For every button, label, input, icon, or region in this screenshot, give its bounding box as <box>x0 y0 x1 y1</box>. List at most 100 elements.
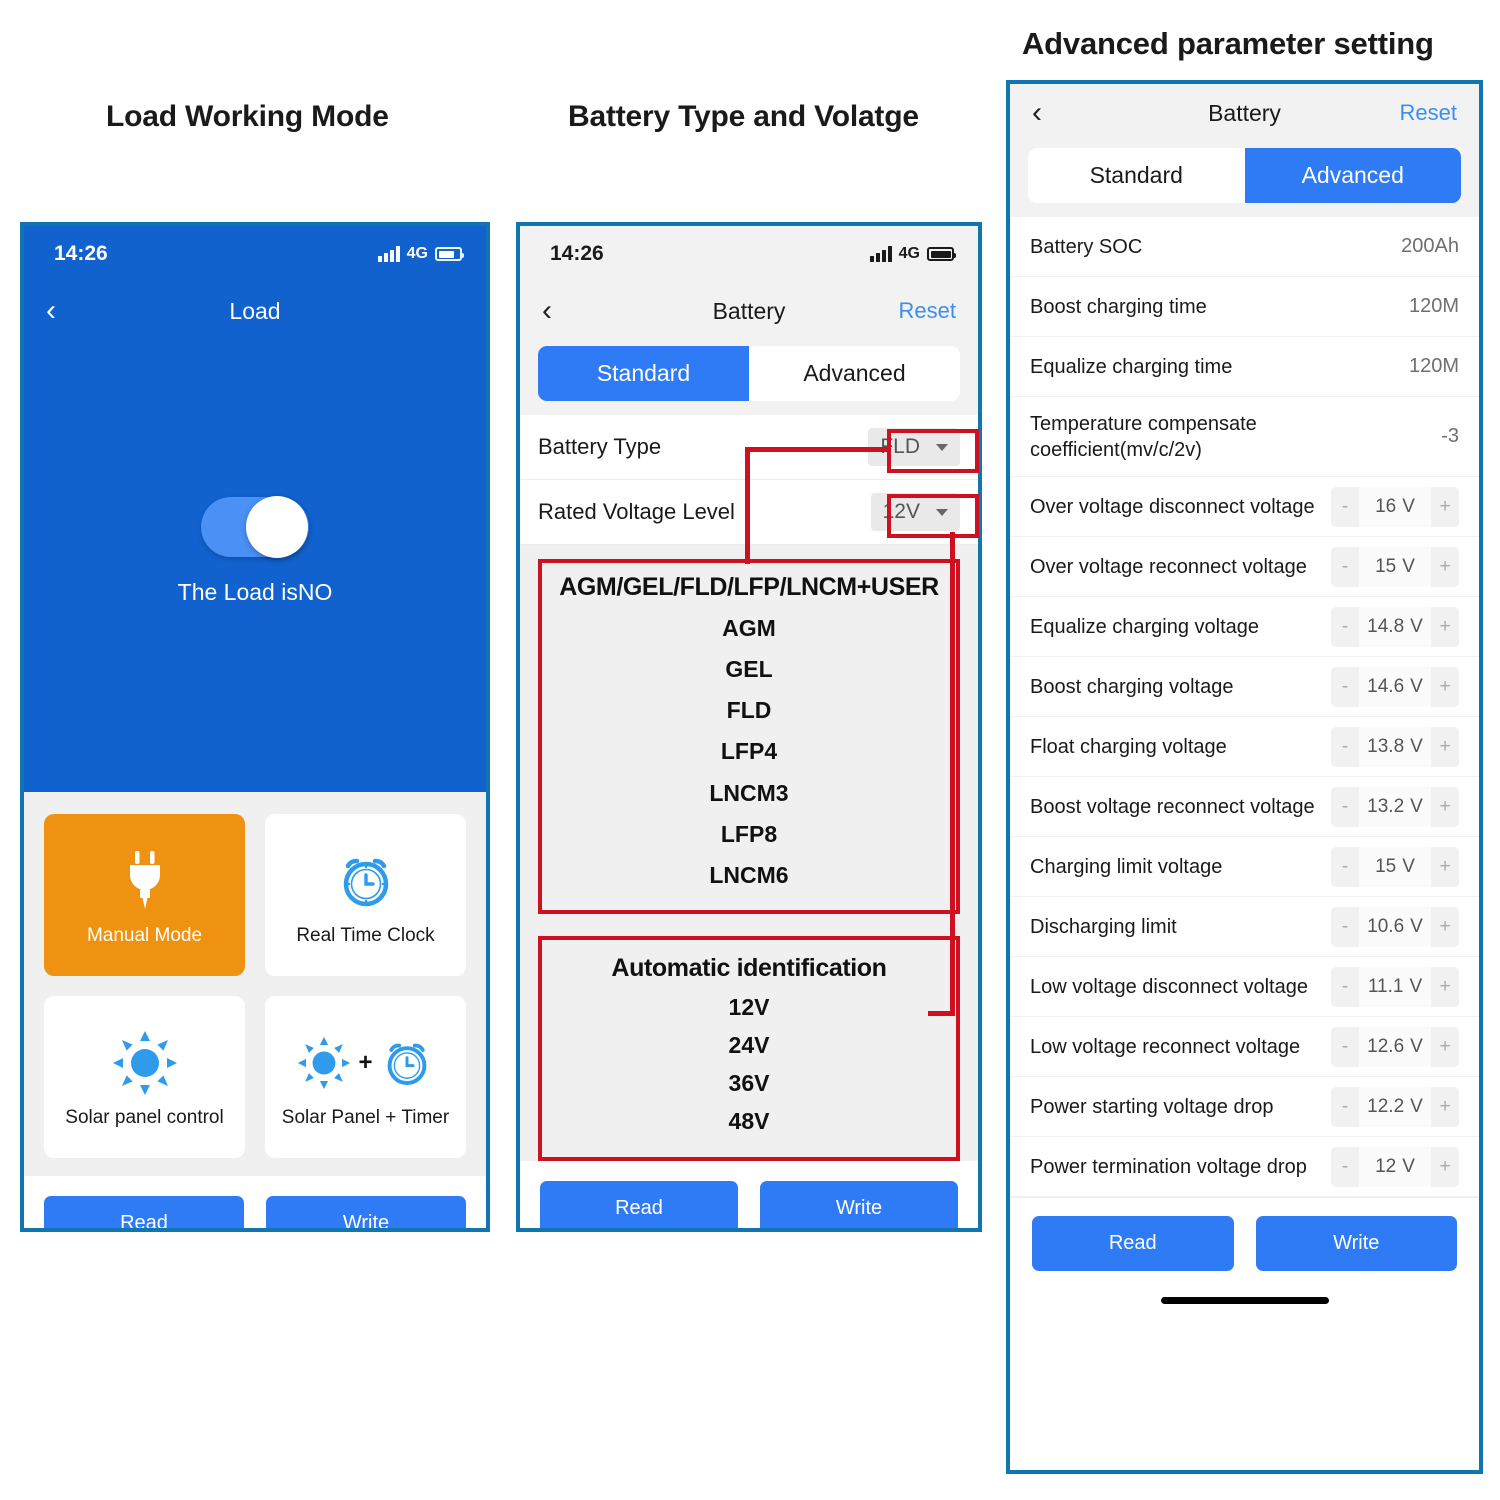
read-button[interactable]: Read <box>540 1180 738 1228</box>
value-stepper[interactable]: -12 V + <box>1331 1146 1459 1187</box>
stepper-increment-button[interactable]: + <box>1431 786 1459 827</box>
connector-line-type-vertical <box>745 447 750 564</box>
value-stepper[interactable]: -12.2 V + <box>1331 1086 1459 1127</box>
value-stepper[interactable]: -10.6 V + <box>1331 906 1459 947</box>
nav-bar-advanced: ‹ Battery Reset <box>1010 84 1479 142</box>
stepper-decrement-button[interactable]: - <box>1331 666 1359 707</box>
stepper-decrement-button[interactable]: - <box>1331 1086 1359 1127</box>
stepper-value[interactable]: 12 V <box>1359 1146 1431 1187</box>
stepper-decrement-button[interactable]: - <box>1331 1026 1359 1067</box>
mode-card-real-time-clock[interactable]: Real Time Clock <box>265 814 466 976</box>
stepper-value[interactable]: 15 V <box>1359 546 1431 587</box>
stepper-increment-button[interactable]: + <box>1431 486 1459 527</box>
stepper-value[interactable]: 13.2 V <box>1359 786 1431 827</box>
tab-standard[interactable]: Standard <box>538 346 749 401</box>
value-stepper[interactable]: -15 V + <box>1331 846 1459 887</box>
stepper-value[interactable]: 16 V <box>1359 486 1431 527</box>
stepper-increment-button[interactable]: + <box>1431 666 1459 707</box>
stepper-decrement-button[interactable]: - <box>1331 546 1359 587</box>
row-value: 120M <box>1408 355 1459 377</box>
row-label: Equalize charging time <box>1030 355 1233 378</box>
reset-button[interactable]: Reset <box>899 298 956 324</box>
value-stepper[interactable]: -13.2 V + <box>1331 786 1459 827</box>
stepper-increment-button[interactable]: + <box>1431 726 1459 767</box>
load-action-buttons: Read Write <box>24 1176 486 1228</box>
chevron-left-icon[interactable]: ‹ <box>542 296 552 326</box>
write-button[interactable]: Write <box>1255 1216 1457 1271</box>
mode-card-label: Real Time Clock <box>296 925 435 946</box>
value-stepper[interactable]: -12.6 V + <box>1331 1026 1459 1067</box>
callout-header: AGM/GEL/FLD/LFP/LNCM+USER <box>559 573 939 601</box>
advanced-row: Boost charging time 120M <box>1010 277 1479 337</box>
plus-symbol: + <box>358 1049 373 1076</box>
write-button[interactable]: Write <box>266 1196 466 1228</box>
mode-card-solar-panel-timer[interactable]: + Solar Panel + Timer <box>265 996 466 1158</box>
rated-voltage-dropdown[interactable]: 12V <box>870 493 960 531</box>
stepper-unit: V <box>1402 855 1415 877</box>
value-stepper[interactable]: -14.6 V + <box>1331 666 1459 707</box>
stepper-number: 11.1 <box>1367 975 1404 997</box>
stepper-increment-button[interactable]: + <box>1431 966 1459 1007</box>
stepper-increment-button[interactable]: + <box>1431 1086 1459 1127</box>
stepper-value[interactable]: 10.6 V <box>1359 906 1431 947</box>
stepper-unit: V <box>1410 1095 1423 1117</box>
value-stepper[interactable]: -15 V + <box>1331 546 1459 587</box>
stepper-decrement-button[interactable]: - <box>1331 606 1359 647</box>
stepper-increment-button[interactable]: + <box>1431 846 1459 887</box>
value-stepper[interactable]: -14.8 V + <box>1331 606 1459 647</box>
phone-screen-load: 14:26 4G ‹ Load The Load isNO Manual Mod… <box>20 222 490 1232</box>
mode-card-manual[interactable]: Manual Mode <box>44 814 245 976</box>
stepper-increment-button[interactable]: + <box>1431 1026 1459 1067</box>
read-button[interactable]: Read <box>44 1196 244 1228</box>
value-stepper[interactable]: -11.1 V + <box>1331 966 1459 1007</box>
write-button[interactable]: Write <box>760 1180 958 1228</box>
battery-action-buttons: Read Write <box>520 1160 978 1228</box>
advanced-row: Over voltage disconnect voltage -16 V + <box>1010 477 1479 537</box>
value-stepper[interactable]: -13.8 V + <box>1331 726 1459 767</box>
row-label: Boost charging voltage <box>1030 675 1234 698</box>
stepper-value[interactable]: 12.2 V <box>1359 1086 1431 1127</box>
power-plug-icon <box>122 843 168 919</box>
load-power-toggle[interactable] <box>201 495 309 558</box>
callout-item: LNCM6 <box>709 861 789 888</box>
stepper-value[interactable]: 14.6 V <box>1359 666 1431 707</box>
advanced-row: Low voltage disconnect voltage -11.1 V + <box>1010 957 1479 1017</box>
stepper-value[interactable]: 15 V <box>1359 846 1431 887</box>
chevron-left-icon[interactable]: ‹ <box>1032 98 1042 128</box>
row-label: Charging limit voltage <box>1030 855 1223 878</box>
stepper-decrement-button[interactable]: - <box>1331 786 1359 827</box>
reset-button[interactable]: Reset <box>1400 100 1457 126</box>
battery-icon <box>927 247 956 261</box>
stepper-decrement-button[interactable]: - <box>1331 1146 1359 1187</box>
advanced-parameter-list: Battery SOC 200Ah Boost charging time 120M E… <box>1010 217 1479 1197</box>
stepper-value[interactable]: 12.6 V <box>1359 1026 1431 1067</box>
stepper-value[interactable]: 11.1 V <box>1359 966 1431 1007</box>
stepper-value[interactable]: 14.8 V <box>1359 606 1431 647</box>
stepper-decrement-button[interactable]: - <box>1331 846 1359 887</box>
stepper-increment-button[interactable]: + <box>1431 1146 1459 1187</box>
stepper-increment-button[interactable]: + <box>1431 906 1459 947</box>
stepper-number: 10.6 <box>1367 915 1405 937</box>
stepper-value[interactable]: 13.8 V <box>1359 726 1431 767</box>
read-button[interactable]: Read <box>1032 1216 1234 1271</box>
stepper-unit: V <box>1410 1035 1423 1057</box>
row-label: Low voltage reconnect voltage <box>1030 1035 1301 1058</box>
tab-advanced[interactable]: Advanced <box>749 346 960 401</box>
mode-card-solar-panel-control[interactable]: Solar panel control <box>44 996 245 1158</box>
phone-screen-advanced: ‹ Battery Reset Standard Advanced Batter… <box>1006 80 1483 1474</box>
stepper-increment-button[interactable]: + <box>1431 546 1459 587</box>
stepper-number: 12 <box>1375 1155 1397 1177</box>
stepper-decrement-button[interactable]: - <box>1331 486 1359 527</box>
sun-plus-clock-icon: + <box>297 1025 433 1101</box>
chevron-left-icon[interactable]: ‹ <box>46 296 56 326</box>
tab-advanced[interactable]: Advanced <box>1244 148 1461 203</box>
value-stepper[interactable]: -16 V + <box>1331 486 1459 527</box>
stepper-increment-button[interactable]: + <box>1431 606 1459 647</box>
row-label: Rated Voltage Level <box>538 499 735 524</box>
stepper-decrement-button[interactable]: - <box>1331 966 1359 1007</box>
stepper-decrement-button[interactable]: - <box>1331 726 1359 767</box>
tab-standard[interactable]: Standard <box>1028 148 1245 203</box>
callout-item: GEL <box>725 656 773 683</box>
load-state-label: The Load isNO <box>177 578 333 605</box>
stepper-decrement-button[interactable]: - <box>1331 906 1359 947</box>
